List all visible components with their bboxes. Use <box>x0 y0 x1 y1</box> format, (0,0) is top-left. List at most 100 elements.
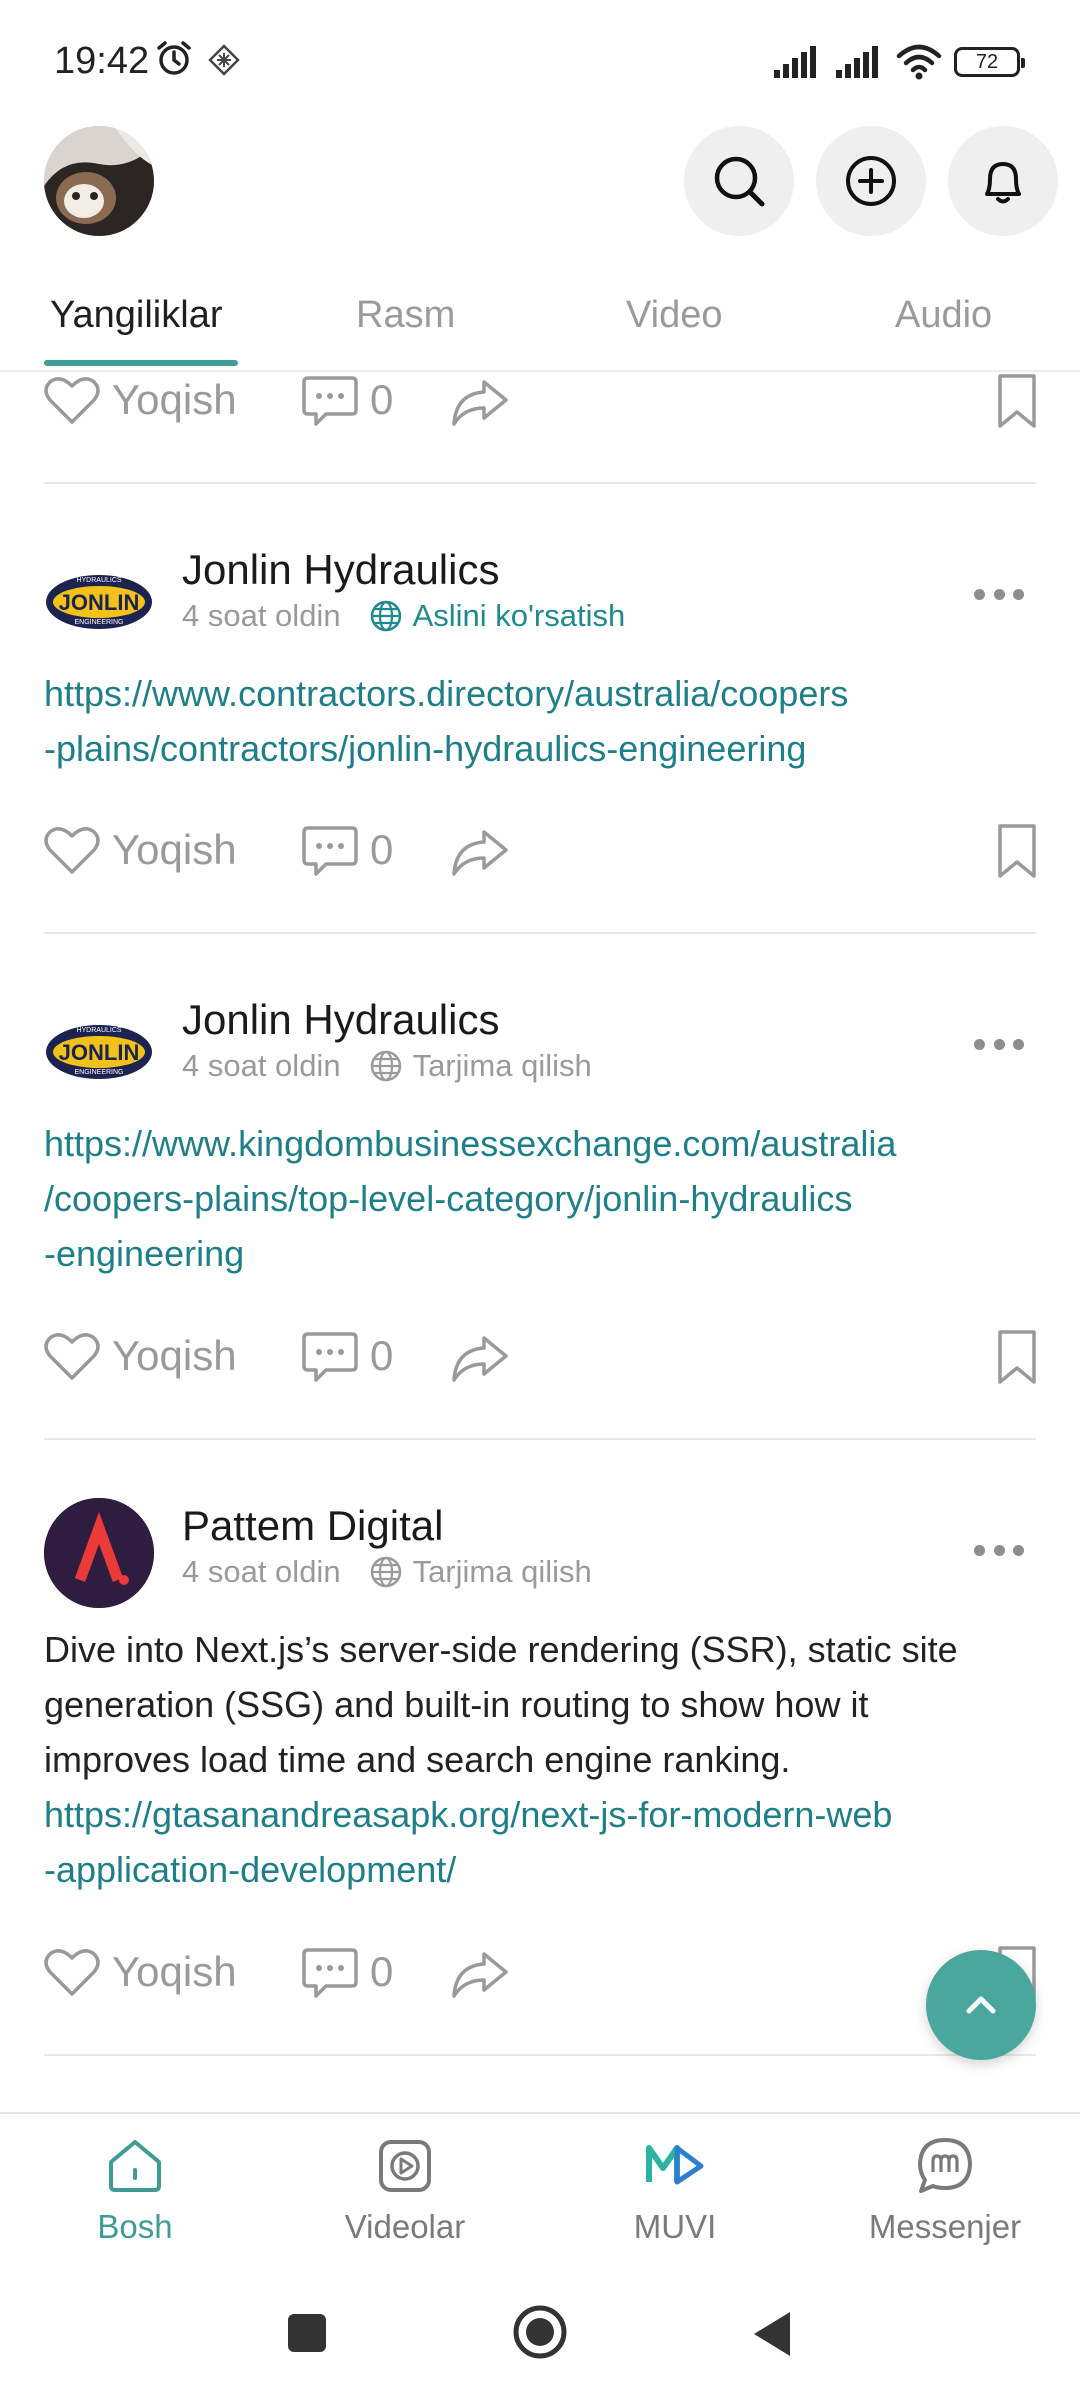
messenger-icon <box>918 2138 972 2193</box>
status-bar: 19:42 72 <box>0 0 1080 120</box>
tab-audio[interactable]: Audio <box>895 294 992 337</box>
comment-icon <box>302 376 358 426</box>
home-system-button[interactable] <box>512 2304 568 2360</box>
comment-button[interactable]: 0 <box>300 1328 393 1384</box>
search-button[interactable] <box>684 126 794 236</box>
bookmark-button[interactable] <box>994 372 1040 430</box>
post-meta: 4 soat oldin Tarjima qilish <box>182 1048 592 1084</box>
muvi-logo-icon <box>646 2145 704 2185</box>
back-system-button[interactable] <box>750 2310 794 2358</box>
share-icon <box>452 830 508 876</box>
logo-main-text: JONLIN <box>59 590 140 615</box>
author-name[interactable]: Jonlin Hydraulics <box>182 546 499 594</box>
like-label: Yoqish <box>112 1332 237 1379</box>
nav-muvi[interactable]: MUVI <box>560 2134 790 2246</box>
tab-yangiliklar[interactable]: Yangiliklar <box>50 294 222 337</box>
share-button[interactable] <box>450 826 510 878</box>
share-button[interactable] <box>450 1332 510 1384</box>
translate-button[interactable]: Tarjima qilish <box>369 1554 592 1590</box>
post-text-line: generation (SSG) and built-in routing to… <box>44 1684 869 1725</box>
post-divider <box>44 1438 1036 1440</box>
post-link-line[interactable]: /coopers-plains/top-level-category/jonli… <box>44 1171 1044 1226</box>
notifications-button[interactable] <box>948 126 1058 236</box>
scroll-to-top-button[interactable] <box>926 1950 1036 2060</box>
post-body: https://www.contractors.directory/austra… <box>44 666 1044 776</box>
post-link-line[interactable]: -application-development/ <box>44 1842 1044 1897</box>
author-avatar[interactable]: JONLIN HYDRAULICS ENGINEERING <box>44 992 154 1102</box>
like-button[interactable]: Yoqish <box>42 1328 237 1384</box>
more-options-button[interactable] <box>974 1540 1024 1560</box>
like-button[interactable]: Yoqish <box>42 822 237 878</box>
globe-icon <box>370 1556 401 1588</box>
post-link-line[interactable]: https://www.contractors.directory/austra… <box>44 666 1044 721</box>
jonlin-logo: JONLIN HYDRAULICS ENGINEERING <box>44 992 154 1102</box>
battery-icon: 72 <box>954 47 1025 77</box>
system-navigation-bar <box>0 2280 1080 2400</box>
status-time: 19:42 <box>54 40 150 82</box>
post-time: 4 soat oldin <box>182 1554 341 1589</box>
post-link-line[interactable]: -plains/contractors/jonlin-hydraulics-en… <box>44 721 1044 776</box>
post-body: Dive into Next.js’s server-side renderin… <box>44 1622 1044 1897</box>
video-play-icon <box>379 2140 431 2192</box>
post-time: 4 soat oldin <box>182 598 341 633</box>
app-notification-icon <box>208 44 240 76</box>
comment-button[interactable]: 0 <box>300 1944 393 2000</box>
logo-top-text: HYDRAULICS <box>76 577 121 584</box>
comment-button[interactable]: 0 <box>300 822 393 878</box>
comment-count: 0 <box>370 1948 394 1995</box>
translate-button[interactable]: Tarjima qilish <box>369 1048 592 1084</box>
logo-main-text: JONLIN <box>59 1040 140 1065</box>
author-avatar[interactable] <box>44 1498 154 1608</box>
bookmark-button[interactable] <box>994 822 1040 880</box>
create-post-button[interactable] <box>816 126 926 236</box>
comment-icon <box>302 1332 358 1382</box>
nav-bosh[interactable]: Bosh <box>20 2134 250 2246</box>
share-button[interactable] <box>450 376 510 428</box>
share-icon <box>452 1952 508 1998</box>
bookmark-icon <box>998 824 1036 878</box>
bottom-navigation: Bosh Videolar MUVI Messenjer <box>0 2112 1080 2280</box>
bell-icon <box>985 162 1021 204</box>
recents-button[interactable] <box>286 2312 328 2354</box>
search-icon <box>714 156 765 207</box>
profile-avatar[interactable] <box>44 126 154 236</box>
post-time: 4 soat oldin <box>182 1048 341 1083</box>
post-link-line[interactable]: https://www.kingdombusinessexchange.com/… <box>44 1116 1044 1171</box>
translate-label: Tarjima qilish <box>412 1048 592 1083</box>
comment-count: 0 <box>370 826 394 873</box>
more-options-button[interactable] <box>974 1034 1024 1054</box>
post-actions: Yoqish 0 <box>0 1944 1080 2014</box>
post-actions: Yoqish 0 <box>0 822 1080 892</box>
like-button[interactable]: Yoqish <box>42 372 237 428</box>
post-link-line[interactable]: -engineering <box>44 1226 1044 1281</box>
show-original-button[interactable]: Aslini ko'rsatish <box>369 598 625 634</box>
status-icons: 72 <box>772 42 1025 82</box>
post-link-line[interactable]: https://gtasanandreasapk.org/next-js-for… <box>44 1787 1044 1842</box>
bookmark-icon <box>998 1330 1036 1384</box>
author-avatar[interactable]: JONLIN HYDRAULICS ENGINEERING <box>44 542 154 652</box>
post-actions: Yoqish 0 <box>0 372 1080 442</box>
post-meta: 4 soat oldin Tarjima qilish <box>182 1554 592 1590</box>
jonlin-logo: JONLIN HYDRAULICS ENGINEERING <box>44 542 154 652</box>
nav-videolar[interactable]: Videolar <box>290 2134 520 2246</box>
news-feed[interactable]: Yoqish 0 JONLIN HYDRAULICS ENGINEERING J… <box>0 372 1080 2112</box>
like-label: Yoqish <box>112 826 237 873</box>
nav-label: MUVI <box>633 2208 717 2245</box>
logo-top-text: HYDRAULICS <box>76 1027 121 1034</box>
like-button[interactable]: Yoqish <box>42 1944 237 2000</box>
share-button[interactable] <box>450 1948 510 2000</box>
post-divider <box>44 932 1036 934</box>
nav-messenjer[interactable]: Messenjer <box>830 2134 1060 2246</box>
post-divider <box>44 482 1036 484</box>
tab-rasm[interactable]: Rasm <box>356 294 455 337</box>
alarm-icon <box>157 41 191 75</box>
globe-icon <box>370 600 401 632</box>
tab-video[interactable]: Video <box>626 294 723 337</box>
comment-button[interactable]: 0 <box>300 372 393 428</box>
author-name[interactable]: Jonlin Hydraulics <box>182 996 499 1044</box>
bookmark-button[interactable] <box>994 1328 1040 1386</box>
post-meta: 4 soat oldin Aslini ko'rsatish <box>182 598 625 634</box>
comment-icon <box>302 826 358 876</box>
author-name[interactable]: Pattem Digital <box>182 1502 443 1550</box>
more-options-button[interactable] <box>974 584 1024 604</box>
